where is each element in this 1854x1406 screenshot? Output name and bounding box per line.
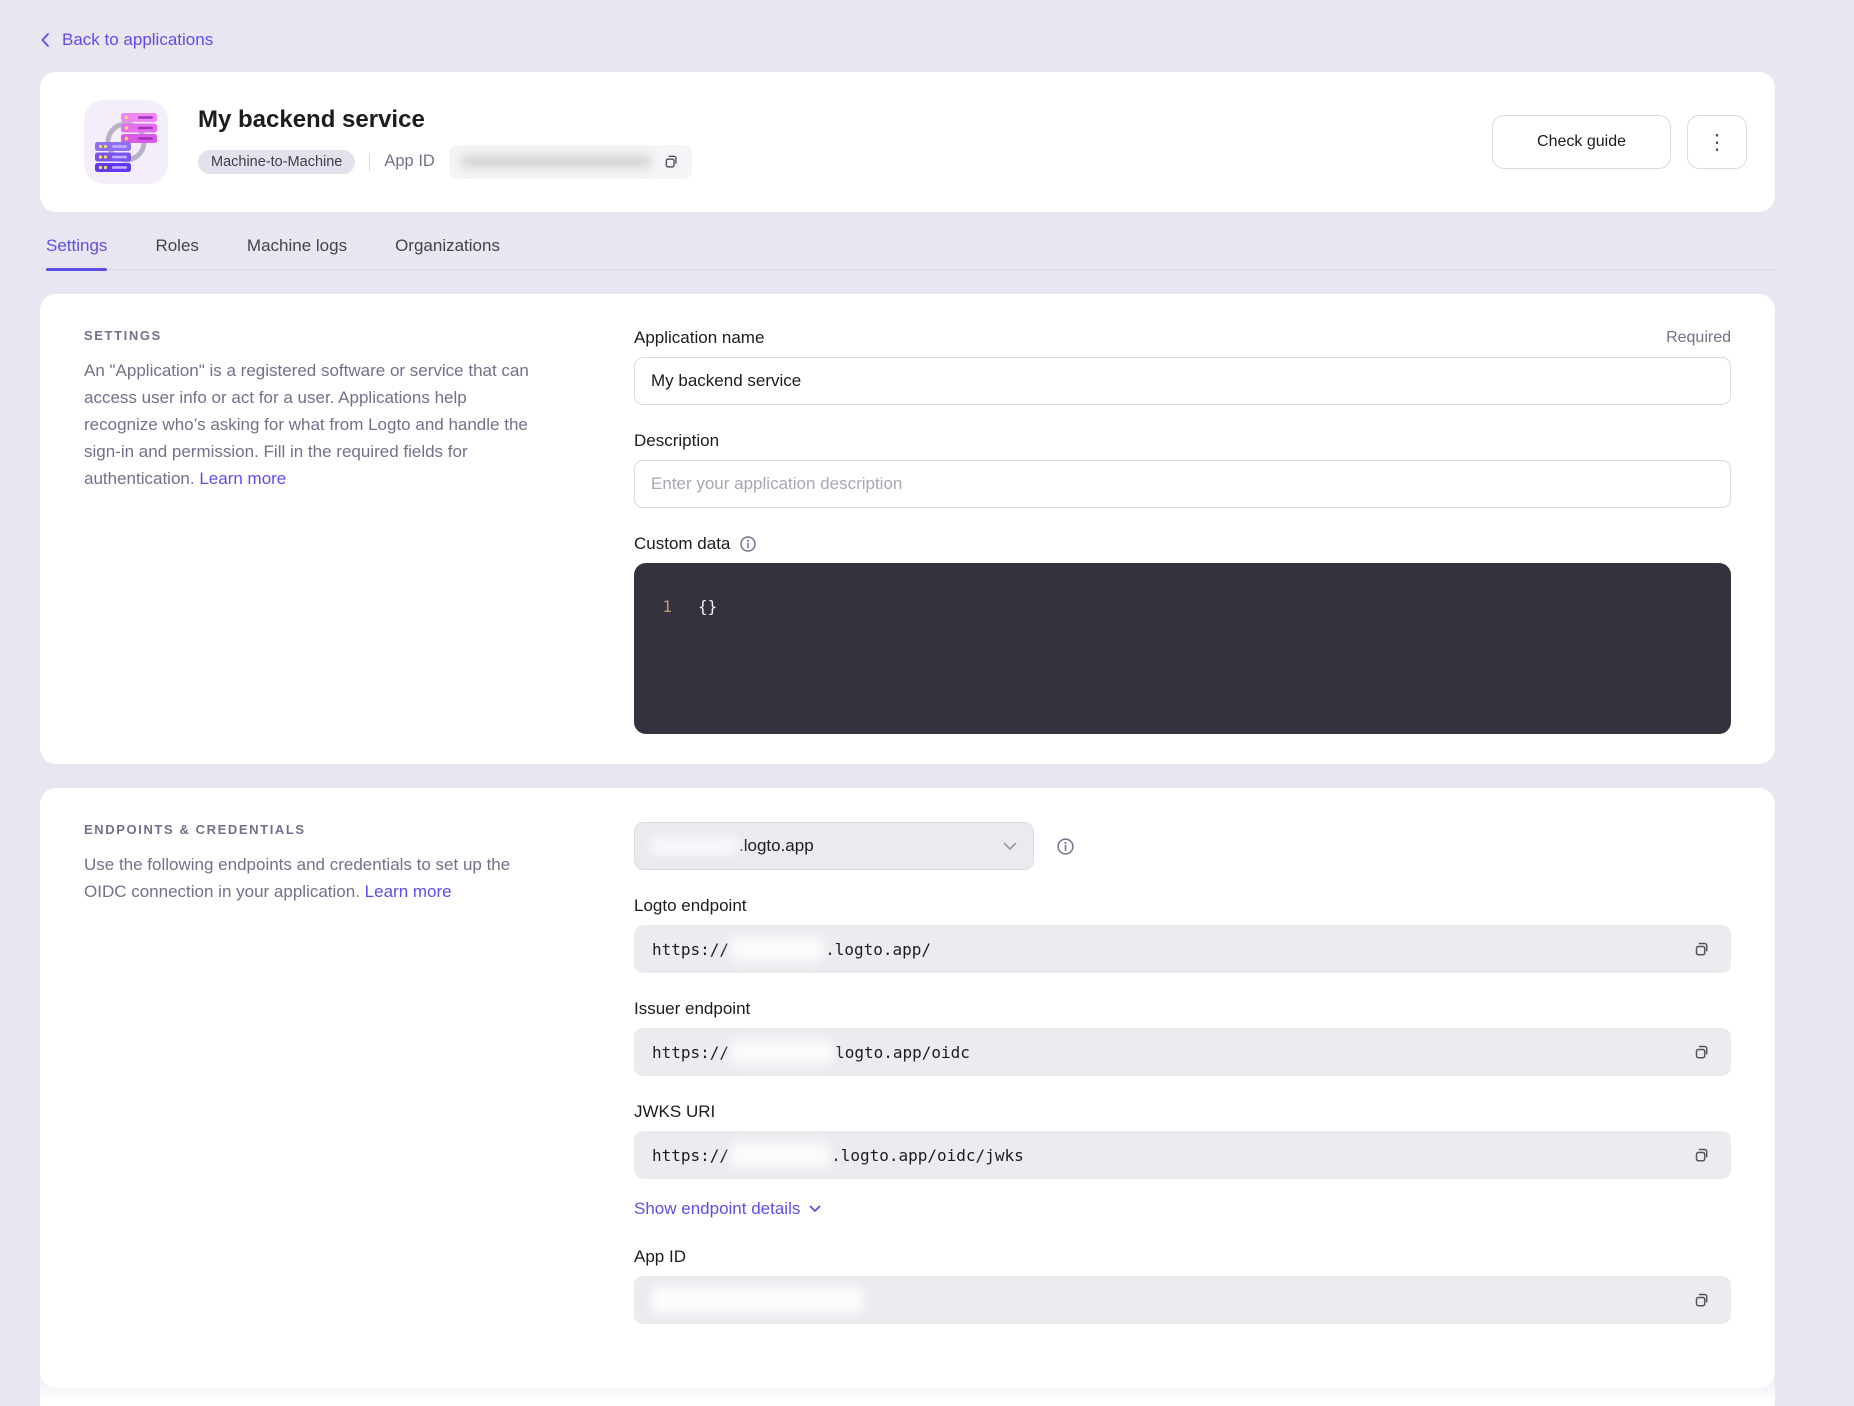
jwks-uri-label-row: JWKS URI	[634, 1102, 1731, 1122]
logto-endpoint-redacted	[731, 937, 823, 961]
chevron-down-icon	[1003, 842, 1017, 851]
jwks-uri-group: JWKS URI https:// .logto.app/oidc/jwks	[634, 1102, 1731, 1179]
tab-organizations[interactable]: Organizations	[395, 236, 500, 269]
app-header-card: My backend service Machine-to-Machine Ap…	[40, 72, 1775, 212]
application-name-label-row: Application name Required	[634, 328, 1731, 348]
domain-redacted-prefix	[651, 837, 739, 855]
page-title: My backend service	[198, 106, 692, 134]
custom-data-group: Custom data 1 {}	[634, 534, 1731, 734]
settings-card: SETTINGS An "Application" is a registere…	[40, 294, 1775, 764]
copy-jwks-uri-button[interactable]	[1691, 1144, 1713, 1166]
description-label: Description	[634, 431, 719, 451]
custom-data-editor[interactable]: 1 {}	[634, 563, 1731, 734]
jwks-uri-redacted	[731, 1143, 829, 1167]
endpoints-card: ENDPOINTS & CREDENTIALS Use the followin…	[40, 788, 1775, 1388]
show-endpoint-details-link[interactable]: Show endpoint details	[634, 1199, 821, 1219]
jwks-uri-prefix: https://	[652, 1146, 729, 1165]
header-meta-row: Machine-to-Machine App ID	[198, 145, 692, 179]
custom-data-label: Custom data	[634, 534, 730, 554]
editor-code: {}	[698, 597, 717, 734]
app-type-badge: Machine-to-Machine	[198, 150, 355, 174]
back-row: Back to applications	[40, 0, 1775, 50]
logto-endpoint-label: Logto endpoint	[634, 896, 747, 916]
app-id-field-label-row: App ID	[634, 1247, 1731, 1267]
issuer-endpoint-prefix: https://	[652, 1043, 729, 1062]
settings-form: Application name Required Description Cu…	[634, 328, 1731, 734]
logto-endpoint-group: Logto endpoint https:// .logto.app/	[634, 896, 1731, 973]
logto-endpoint-suffix: .logto.app/	[825, 940, 931, 959]
copy-icon	[1693, 940, 1711, 958]
tab-settings[interactable]: Settings	[46, 236, 107, 269]
endpoints-learn-more-link[interactable]: Learn more	[365, 882, 452, 901]
back-to-applications-link[interactable]: Back to applications	[40, 30, 213, 50]
domain-info-icon[interactable]	[1056, 837, 1075, 856]
description-input[interactable]	[634, 460, 1731, 508]
app-id-chip[interactable]	[449, 145, 692, 179]
settings-card-intro: SETTINGS An "Application" is a registere…	[84, 328, 534, 734]
application-name-group: Application name Required	[634, 328, 1731, 405]
back-link-label: Back to applications	[62, 30, 213, 50]
settings-section-description: An "Application" is a registered softwar…	[84, 357, 534, 492]
description-group: Description	[634, 431, 1731, 508]
page-content: Back to applications	[40, 0, 1775, 1388]
settings-section-heading: SETTINGS	[84, 328, 534, 343]
issuer-endpoint-suffix: logto.app/oidc	[835, 1043, 970, 1062]
check-guide-button[interactable]: Check guide	[1492, 115, 1671, 169]
tab-roles[interactable]: Roles	[155, 236, 198, 269]
endpoints-section-description: Use the following endpoints and credenti…	[84, 851, 534, 905]
issuer-endpoint-redacted	[731, 1040, 833, 1064]
copy-icon	[1693, 1291, 1711, 1309]
application-name-input[interactable]	[634, 357, 1731, 405]
meta-divider	[369, 153, 370, 171]
application-name-label: Application name	[634, 328, 764, 348]
domain-select-value: .logto.app	[739, 836, 814, 856]
copy-icon[interactable]	[663, 153, 680, 170]
domain-select[interactable]: .logto.app	[634, 822, 1034, 870]
jwks-uri-suffix: .logto.app/oidc/jwks	[831, 1146, 1024, 1165]
domain-select-row: .logto.app	[634, 822, 1731, 870]
issuer-endpoint-label-row: Issuer endpoint	[634, 999, 1731, 1019]
app-id-label: App ID	[384, 152, 434, 171]
required-badge: Required	[1666, 329, 1731, 347]
app-id-group: App ID	[634, 1247, 1731, 1324]
copy-app-id-button[interactable]	[1691, 1289, 1713, 1311]
issuer-endpoint-field: https:// logto.app/oidc	[634, 1028, 1731, 1076]
issuer-endpoint-label: Issuer endpoint	[634, 999, 750, 1019]
app-id-field	[634, 1276, 1731, 1324]
jwks-uri-field: https:// .logto.app/oidc/jwks	[634, 1131, 1731, 1179]
show-endpoint-details-label: Show endpoint details	[634, 1199, 800, 1219]
logto-endpoint-prefix: https://	[652, 940, 729, 959]
endpoints-card-intro: ENDPOINTS & CREDENTIALS Use the followin…	[84, 822, 534, 1358]
kebab-menu-icon: ⋮	[1707, 132, 1728, 153]
editor-line-number: 1	[656, 597, 672, 734]
issuer-endpoint-group: Issuer endpoint https:// logto.app/oidc	[634, 999, 1731, 1076]
custom-data-label-row: Custom data	[634, 534, 1731, 554]
chevron-left-icon	[40, 32, 50, 48]
app-id-field-redacted	[652, 1287, 862, 1313]
app-id-redacted-value	[461, 155, 651, 168]
jwks-uri-label: JWKS URI	[634, 1102, 715, 1122]
logto-endpoint-field: https:// .logto.app/	[634, 925, 1731, 973]
copy-icon	[1693, 1043, 1711, 1061]
endpoints-form: .logto.app Logto endpoint https:// .logt…	[634, 822, 1731, 1358]
copy-issuer-endpoint-button[interactable]	[1691, 1041, 1713, 1063]
copy-logto-endpoint-button[interactable]	[1691, 938, 1713, 960]
app-id-field-label: App ID	[634, 1247, 686, 1267]
header-info: My backend service Machine-to-Machine Ap…	[198, 106, 692, 179]
chevron-down-icon	[809, 1205, 821, 1213]
copy-icon	[1693, 1146, 1711, 1164]
settings-description-text: An "Application" is a registered softwar…	[84, 361, 529, 488]
logto-endpoint-label-row: Logto endpoint	[634, 896, 1731, 916]
settings-learn-more-link[interactable]: Learn more	[199, 469, 286, 488]
custom-data-info-icon[interactable]	[739, 535, 757, 553]
more-actions-button[interactable]: ⋮	[1687, 115, 1747, 169]
description-label-row: Description	[634, 431, 1731, 451]
tab-bar: Settings Roles Machine logs Organization…	[40, 236, 1775, 270]
app-logo-icon	[84, 100, 168, 184]
tab-machine-logs[interactable]: Machine logs	[247, 236, 347, 269]
endpoints-section-heading: ENDPOINTS & CREDENTIALS	[84, 822, 534, 837]
